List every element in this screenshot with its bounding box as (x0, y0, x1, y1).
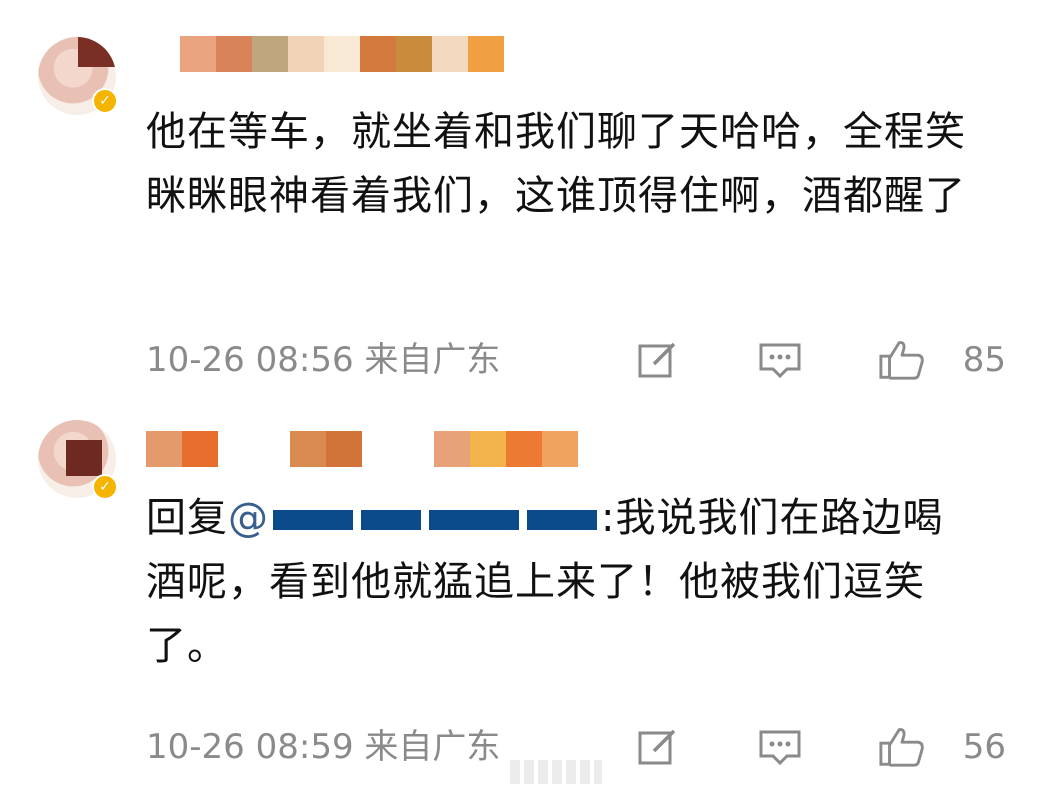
mosaic-cell (360, 36, 396, 72)
mosaic-cell (216, 36, 252, 72)
mention-link[interactable]: @ (228, 495, 601, 541)
mosaic-cell (252, 36, 288, 72)
mosaic-cell (288, 36, 324, 72)
mosaic-cell (470, 431, 506, 467)
username-redacted[interactable] (146, 431, 578, 467)
verified-badge-icon: ✓ (92, 474, 118, 500)
mosaic-cell (146, 431, 182, 467)
comment-text: 回复@:我说我们在路边喝酒呢，看到他就猛追上来了！他被我们逗笑了。 (146, 495, 944, 669)
comment-icon[interactable] (756, 338, 804, 382)
timestamp-location: 10-26 08:59 来自广东 (146, 727, 501, 767)
timestamp-location: 10-26 08:56 来自广东 (146, 340, 501, 380)
mosaic-cell (434, 431, 470, 467)
watermark (510, 760, 602, 784)
mosaic-cell (326, 431, 362, 467)
mosaic-cell (396, 36, 432, 72)
comment-text: 他在等车，就坐着和我们聊了天哈哈，全程笑眯眯眼神看着我们，这谁顶得住啊，酒都醒了 (146, 109, 966, 219)
comment-icon[interactable] (756, 725, 804, 769)
mosaic-cell (542, 431, 578, 467)
edit-icon[interactable] (634, 725, 682, 769)
mosaic-cell (182, 431, 218, 467)
username-redacted[interactable] (180, 36, 504, 72)
mosaic-cell (290, 431, 326, 467)
like-count: 56 (962, 727, 1006, 767)
mosaic-cell (180, 36, 216, 72)
like-count: 85 (962, 340, 1006, 380)
mosaic-cell (324, 36, 360, 72)
verified-badge-icon: ✓ (92, 88, 118, 114)
thumbs-up-icon[interactable] (878, 725, 926, 769)
mosaic-cell (506, 431, 542, 467)
mosaic-cell (468, 36, 504, 72)
edit-icon[interactable] (634, 338, 682, 382)
comment-meta: 10-26 08:56 来自广东 85 (146, 338, 1006, 382)
mosaic-cell (432, 36, 468, 72)
thumbs-up-icon[interactable] (878, 338, 926, 382)
